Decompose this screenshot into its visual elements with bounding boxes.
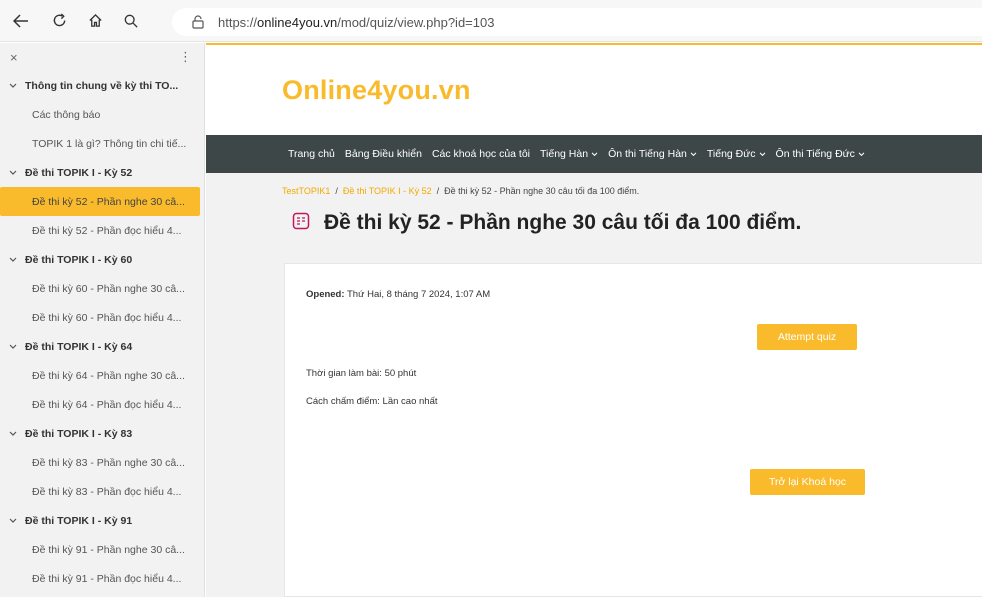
- grading-method: Cách chấm điểm: Lần cao nhất: [306, 396, 438, 407]
- course-activity-link[interactable]: Đề thi kỳ 52 - Phần nghe 30 câ...: [0, 187, 200, 216]
- course-index-drawer: × ⋮ Thông tin chung về kỳ thi TO... Các t…: [0, 43, 205, 597]
- sidebar-item-label: Đề thi kỳ 91 - Phần nghe 30 câ...: [32, 543, 185, 556]
- nav-menu-item[interactable]: Các khoá học của tôi: [432, 148, 530, 160]
- course-activity-link[interactable]: Đề thi kỳ 64 - Phần đọc hiểu 4...: [0, 390, 204, 419]
- more-options-icon[interactable]: ⋮: [179, 49, 192, 65]
- url-prefix: https://: [218, 14, 258, 30]
- sidebar-item-label: Đề thi kỳ 60 - Phần đọc hiểu 4...: [32, 311, 182, 324]
- opened-date: Opened: Thứ Hai, 8 tháng 7 2024, 1:07 AM: [306, 289, 490, 300]
- nav-menu-label: Trang chủ: [288, 148, 335, 160]
- chevron-down-icon: [690, 150, 697, 159]
- lock-icon[interactable]: [192, 15, 204, 29]
- sidebar-item-label: Đề thi TOPIK I - Kỳ 83: [25, 427, 133, 440]
- chevron-down-icon: [858, 150, 865, 159]
- course-activity-link[interactable]: Đề thi kỳ 83 - Phần nghe 30 câ...: [0, 448, 204, 477]
- nav-menu-label: Tiếng Hàn: [540, 148, 589, 160]
- back-arrow-icon[interactable]: [6, 6, 36, 36]
- site-header: Online4you.vn: [206, 43, 982, 135]
- sidebar-item-label: Đề thi kỳ 52 - Phần nghe 30 câ...: [32, 195, 185, 208]
- sidebar-item-label: Đề thi kỳ 83 - Phần nghe 30 câ...: [32, 456, 185, 469]
- course-activity-link[interactable]: Đề thi kỳ 52 - Phần đọc hiểu 4...: [0, 216, 204, 245]
- sidebar-item-label: Các thông báo: [32, 108, 101, 121]
- browser-toolbar: https://online4you.vn/mod/quiz/view.php?…: [0, 0, 982, 42]
- course-activity-link[interactable]: TOPIK 1 là gì? Thông tin chi tiế...: [0, 129, 204, 158]
- course-section-toggle[interactable]: Đề thi TOPIK I - Kỳ 64: [0, 332, 204, 361]
- course-section-toggle[interactable]: Đề thi TOPIK I - Kỳ 60: [0, 245, 204, 274]
- chevron-down-icon: [9, 82, 17, 90]
- page-title-text: Đề thi kỳ 52 - Phần nghe 30 câu tối đa 1…: [324, 211, 802, 234]
- chevron-down-icon: [9, 430, 17, 438]
- opened-value: Thứ Hai, 8 tháng 7 2024, 1:07 AM: [347, 289, 491, 300]
- breadcrumb-section[interactable]: Đề thi TOPIK I - Kỳ 52: [343, 186, 432, 196]
- sidebar-item-label: Đề thi TOPIK I - Kỳ 52: [25, 166, 133, 179]
- close-icon[interactable]: ×: [10, 50, 18, 65]
- sidebar-item-label: Thông tin chung về kỳ thi TO...: [25, 79, 179, 92]
- sidebar-item-label: Đề thi TOPIK I - Kỳ 91: [25, 514, 133, 527]
- back-to-course-button[interactable]: Trở lại Khoá học: [750, 469, 865, 495]
- main-content: Online4you.vn Trang chủ Bảng Điều khiển Cá…: [206, 43, 982, 597]
- quiz-icon: [292, 212, 310, 235]
- site-logo[interactable]: Online4you.vn: [282, 75, 471, 106]
- opened-label: Opened:: [306, 289, 345, 300]
- nav-menu-item[interactable]: Tiếng Hàn: [540, 148, 598, 160]
- course-section-toggle[interactable]: Đề thi TOPIK I - Kỳ 83: [0, 419, 204, 448]
- sidebar-item-label: Đề thi kỳ 64 - Phần đọc hiểu 4...: [32, 398, 182, 411]
- chevron-down-icon: [759, 150, 766, 159]
- nav-menu-label: Ôn thi Tiếng Đức: [775, 148, 855, 160]
- nav-menu-label: Bảng Điều khiển: [344, 148, 422, 160]
- chevron-down-icon: [9, 517, 17, 525]
- breadcrumb: TestTOPIK1/Đề thi TOPIK I - Kỳ 52/Đề thi…: [282, 186, 640, 196]
- chevron-down-icon: [9, 343, 17, 351]
- chevron-down-icon: [591, 150, 598, 159]
- quiz-info-card: Opened: Thứ Hai, 8 tháng 7 2024, 1:07 AM…: [284, 263, 982, 597]
- breadcrumb-course[interactable]: TestTOPIK1: [282, 186, 330, 196]
- course-activity-link[interactable]: Đề thi kỳ 64 - Phần nghe 30 câ...: [0, 361, 204, 390]
- course-activity-link[interactable]: Đề thi kỳ 60 - Phần đọc hiểu 4...: [0, 303, 204, 332]
- nav-menu-item[interactable]: Ôn thi Tiếng Đức: [776, 148, 865, 160]
- nav-menu-item[interactable]: Tiếng Đức: [707, 148, 766, 160]
- course-section-toggle[interactable]: Thông tin chung về kỳ thi TO...: [0, 71, 204, 100]
- sidebar-item-label: Đề thi TOPIK I - Kỳ 60: [25, 253, 133, 266]
- nav-menu-item[interactable]: Ôn thi Tiếng Hàn: [608, 148, 697, 160]
- sidebar-item-label: Đề thi kỳ 52 - Phần đọc hiểu 4...: [32, 224, 182, 237]
- sidebar-item-label: Đề thi TOPIK I - Kỳ 64: [25, 340, 133, 353]
- search-icon[interactable]: [116, 6, 146, 36]
- attempt-quiz-button[interactable]: Attempt quiz: [757, 324, 857, 350]
- reload-icon[interactable]: [44, 6, 74, 36]
- course-activity-link[interactable]: Đề thi kỳ 60 - Phần nghe 30 câ...: [0, 274, 204, 303]
- primary-navigation: Trang chủ Bảng Điều khiển Các khoá học của…: [206, 135, 982, 173]
- nav-menu-label: Tiếng Đức: [706, 148, 756, 160]
- chevron-down-icon: [9, 169, 17, 177]
- page-title: Đề thi kỳ 52 - Phần nghe 30 câu tối đa 1…: [292, 211, 801, 235]
- url-path: /mod/quiz/view.php?id=103: [337, 14, 495, 30]
- breadcrumb-current: Đề thi kỳ 52 - Phần nghe 30 câu tối đa 1…: [444, 186, 640, 196]
- chevron-down-icon: [9, 256, 17, 264]
- course-section-toggle[interactable]: Đề thi TOPIK I - Kỳ 91: [0, 506, 204, 535]
- address-bar[interactable]: https://online4you.vn/mod/quiz/view.php?…: [172, 8, 982, 36]
- course-activity-link[interactable]: Đề thi kỳ 91 - Phần đọc hiểu 4...: [0, 564, 204, 593]
- course-section-toggle[interactable]: Đề thi TOPIK I - Kỳ 52: [0, 158, 204, 187]
- nav-menu-label: Ôn thi Tiếng Hàn: [608, 148, 687, 160]
- url-host: online4you.vn: [257, 14, 338, 30]
- sidebar-item-label: Đề thi kỳ 64 - Phần nghe 30 câ...: [32, 369, 185, 382]
- nav-menu-label: Các khoá học của tôi: [431, 148, 531, 160]
- course-activity-link[interactable]: Đề thi kỳ 91 - Phần nghe 30 câ...: [0, 535, 204, 564]
- drawer-header: × ⋮: [0, 43, 204, 71]
- home-icon[interactable]: [80, 6, 110, 36]
- sidebar-item-label: TOPIK 1 là gì? Thông tin chi tiế...: [32, 137, 187, 150]
- sidebar-item-label: Đề thi kỳ 91 - Phần đọc hiểu 4...: [32, 572, 182, 585]
- sidebar-item-label: Đề thi kỳ 60 - Phần nghe 30 câ...: [32, 282, 185, 295]
- sidebar-item-label: Đề thi kỳ 83 - Phần đọc hiểu 4...: [32, 485, 182, 498]
- course-activity-link[interactable]: Đề thi kỳ 83 - Phần đọc hiểu 4...: [0, 477, 204, 506]
- nav-menu-item[interactable]: Bảng Điều khiển: [345, 148, 422, 160]
- course-index-list: Thông tin chung về kỳ thi TO... Các thông…: [0, 71, 204, 593]
- course-activity-link[interactable]: Các thông báo: [0, 100, 204, 129]
- nav-menu-item[interactable]: Trang chủ: [288, 148, 335, 160]
- time-limit: Thời gian làm bài: 50 phút: [306, 368, 417, 379]
